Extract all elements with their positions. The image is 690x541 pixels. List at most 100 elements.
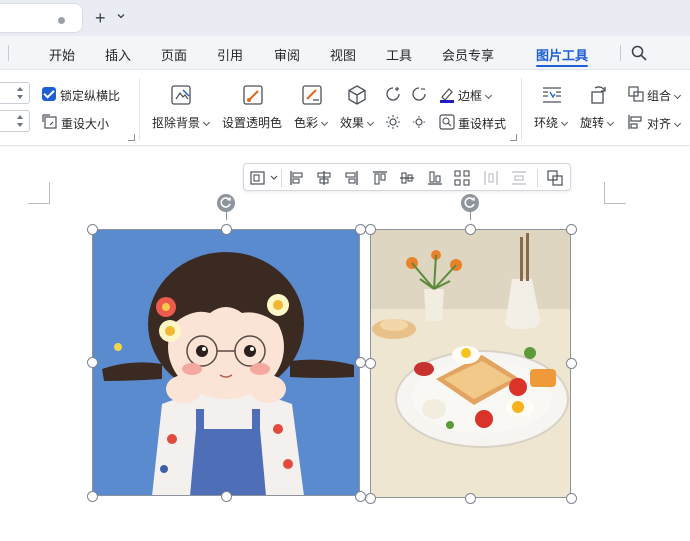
toolbar-divider <box>537 169 538 187</box>
set-transparent-color-icon <box>243 85 263 105</box>
align-bottom-icon[interactable] <box>426 169 444 187</box>
remove-background-button[interactable]: 抠除背景 <box>150 80 212 136</box>
remove-background-icon <box>171 85 191 105</box>
color-button[interactable]: 色彩 <box>292 80 332 136</box>
resize-handle[interactable] <box>566 358 577 369</box>
page-margin-corner <box>28 182 50 204</box>
align-icon[interactable] <box>627 113 645 131</box>
align-left-icon[interactable] <box>288 169 306 187</box>
group-objects-icon[interactable] <box>546 169 564 187</box>
menu-references[interactable]: 引用 <box>217 45 243 64</box>
reset-style-button[interactable]: 重设样式 <box>458 115 506 132</box>
rotate-arrow-icon <box>464 197 475 208</box>
size-dialog-launcher[interactable] <box>128 134 135 141</box>
resize-handle[interactable] <box>365 493 376 504</box>
rotate-text: 旋转 <box>580 116 605 130</box>
dropdown-arrow-icon <box>484 91 493 100</box>
distribute-vertical-icon <box>512 171 526 185</box>
chevron-down-icon[interactable] <box>117 12 125 20</box>
width-spinner[interactable] <box>0 110 30 132</box>
menu-divider <box>8 45 9 61</box>
color-text: 色彩 <box>294 116 319 130</box>
height-spinner[interactable] <box>0 82 30 104</box>
tab-modified-dot <box>58 17 65 24</box>
resize-handle[interactable] <box>87 224 98 235</box>
search-icon[interactable] <box>630 44 648 62</box>
spin-down-icon[interactable] <box>17 123 23 127</box>
brightness-increase-icon[interactable] <box>384 113 402 131</box>
menu-page[interactable]: 页面 <box>161 45 187 64</box>
lock-ratio-checkbox[interactable] <box>42 87 56 101</box>
reset-size-button[interactable]: 重设大小 <box>61 115 109 132</box>
align-text: 对齐 <box>647 117 672 131</box>
border-icon[interactable] <box>438 85 456 103</box>
remove-background-label: 抠除背景 <box>152 114 211 131</box>
wrap-label: 环绕 <box>534 114 569 131</box>
menu-review[interactable]: 审阅 <box>274 45 300 64</box>
effects-cube-icon <box>348 85 366 105</box>
dropdown-arrow-icon <box>320 118 329 127</box>
wrap-text: 环绕 <box>534 116 559 130</box>
rotate-arrow-icon <box>220 197 231 208</box>
rotate-button[interactable]: 旋转 <box>578 80 618 136</box>
brightness-decrease-icon[interactable] <box>410 113 428 131</box>
layout-options-icon[interactable] <box>249 169 267 187</box>
resize-handle[interactable] <box>221 491 232 502</box>
dropdown-arrow-icon <box>673 91 682 100</box>
remove-background-text: 抠除背景 <box>152 116 201 130</box>
spin-down-icon[interactable] <box>17 95 23 99</box>
menu-insert[interactable]: 插入 <box>105 45 131 64</box>
resize-handle[interactable] <box>566 493 577 504</box>
ribbon-divider <box>139 78 140 140</box>
align-right-icon[interactable] <box>342 169 360 187</box>
set-transparent-color-button[interactable]: 设置透明色 <box>220 80 286 136</box>
menu-view[interactable]: 视图 <box>330 45 356 64</box>
contrast-increase-icon[interactable] <box>384 85 402 103</box>
effects-button[interactable]: 效果 <box>338 80 378 136</box>
toolbar-divider <box>281 169 282 187</box>
menu-picture-tools[interactable]: 图片工具 <box>536 45 588 64</box>
group-icon[interactable] <box>627 85 645 103</box>
resize-handle[interactable] <box>566 224 577 235</box>
lock-ratio-label: 锁定纵横比 <box>60 89 121 103</box>
group-button[interactable]: 组合 <box>647 87 682 104</box>
spin-up-icon[interactable] <box>17 115 23 119</box>
reset-style-icon[interactable] <box>438 113 456 131</box>
resize-handle[interactable] <box>87 357 98 368</box>
color-adjust-icon <box>302 85 322 105</box>
contrast-decrease-icon[interactable] <box>410 85 428 103</box>
rotate-label: 旋转 <box>580 114 615 131</box>
align-center-icon[interactable] <box>315 169 333 187</box>
rotate-icon[interactable] <box>217 194 235 212</box>
distribute-horizontal-icon <box>484 171 498 185</box>
align-button[interactable]: 对齐 <box>647 115 682 132</box>
menu-membership[interactable]: 会员专享 <box>442 45 494 64</box>
align-middle-icon[interactable] <box>398 169 416 187</box>
new-tab-button[interactable]: + <box>93 8 127 28</box>
chevron-down-icon[interactable] <box>270 175 278 181</box>
group-text: 组合 <box>647 89 672 103</box>
floating-align-toolbar <box>243 163 571 191</box>
align-top-icon[interactable] <box>371 169 389 187</box>
selection-border <box>370 229 571 498</box>
menu-bar: 开始 插入 页面 引用 审阅 视图 工具 会员专享 图片工具 <box>0 36 690 70</box>
rotate-icon[interactable] <box>461 194 479 212</box>
border-button[interactable]: 边框 <box>458 87 493 104</box>
resize-handle[interactable] <box>465 493 476 504</box>
resize-handle[interactable] <box>365 358 376 369</box>
plus-icon: + <box>95 8 106 28</box>
spin-up-icon[interactable] <box>17 87 23 91</box>
document-tab[interactable] <box>0 3 83 33</box>
menu-tools[interactable]: 工具 <box>386 45 412 64</box>
resize-handle[interactable] <box>87 491 98 502</box>
menu-home[interactable]: 开始 <box>49 45 75 64</box>
resize-handle[interactable] <box>221 224 232 235</box>
picture-style-dialog-launcher[interactable] <box>510 134 517 141</box>
reset-size-icon[interactable] <box>41 113 59 131</box>
menu-divider <box>620 45 621 61</box>
wrap-button[interactable]: 环绕 <box>532 80 572 136</box>
distribute-icon[interactable] <box>453 169 471 187</box>
resize-handle[interactable] <box>365 224 376 235</box>
active-tab-indicator <box>536 65 588 67</box>
resize-handle[interactable] <box>465 224 476 235</box>
